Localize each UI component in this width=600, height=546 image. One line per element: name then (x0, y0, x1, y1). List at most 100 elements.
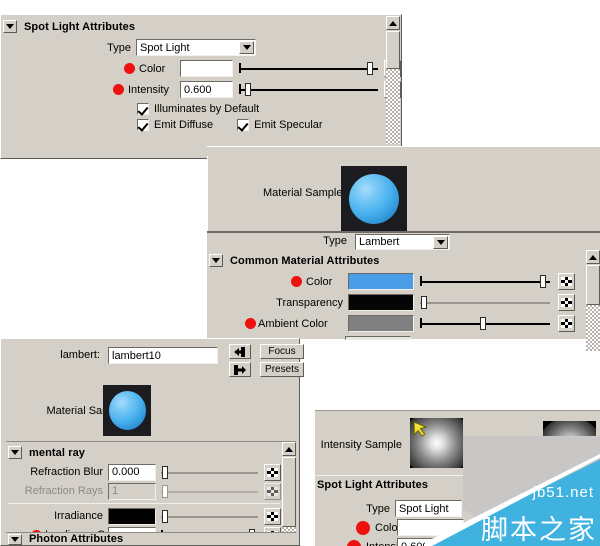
row-type: Type Spot Light (1, 38, 401, 57)
color-slider[interactable] (239, 60, 378, 77)
material-panel-top-strip (207, 146, 600, 156)
focus-button[interactable]: Focus (260, 344, 304, 359)
material-type-combo[interactable]: Lambert (355, 234, 450, 250)
lambert-material-sample-swatch[interactable] (103, 385, 151, 436)
irradiance-swatch[interactable] (108, 507, 156, 525)
keyable-dot-icon (245, 318, 256, 329)
irradiance-slider[interactable] (161, 508, 258, 525)
row-illuminates-by-default: Illuminates by Default (1, 101, 401, 116)
refraction-blur-input[interactable]: 0.000 (108, 463, 156, 481)
keyable-dot-icon (113, 84, 124, 95)
refraction-blur-map-button[interactable] (264, 463, 281, 481)
intensity-value-bottom: 0.600 (401, 541, 429, 546)
copy-tab-button[interactable] (229, 362, 251, 377)
material-scrollbar[interactable] (586, 250, 600, 351)
row-intensity-bottom: Intensity 0.600 (315, 537, 485, 546)
color-slider-handle[interactable] (367, 62, 373, 75)
mental-ray-frame: mental ray Refraction Blur 0.000 Refract… (6, 441, 296, 544)
frame-header-common-material[interactable]: Common Material Attributes (207, 252, 600, 269)
refraction-blur-slider[interactable] (161, 464, 258, 481)
intensity-input-bottom[interactable]: 0.600 (397, 538, 464, 546)
light-type-value: Spot Light (140, 41, 190, 54)
frame-header-spot-light-top[interactable]: Spot Light Attributes (1, 18, 401, 35)
collapse-toggle-icon[interactable] (8, 446, 22, 459)
transparency-swatch[interactable] (348, 294, 414, 311)
lambert-name-label: lambert: (60, 349, 100, 361)
refraction-rays-value: 1 (112, 485, 119, 497)
refraction-rays-map-button (264, 482, 281, 500)
keyable-dot-icon (124, 63, 135, 74)
intensity-input[interactable]: 0.600 (180, 81, 233, 98)
row-type-bottom: Type Spot Light (315, 499, 485, 518)
refraction-blur-slider-handle[interactable] (162, 465, 168, 479)
material-color-swatch[interactable] (348, 273, 414, 290)
irradiance-label: Irradiance (54, 510, 103, 522)
ambient-color-map-button[interactable] (558, 315, 575, 332)
spot-light-attributes-panel-bottom: Intensity Sample Spot Light Attributes T… (315, 410, 600, 546)
light-type-value-bottom: Spot Light (399, 502, 449, 515)
material-type-value: Lambert (359, 236, 400, 248)
scroll-up-button[interactable] (282, 442, 296, 456)
light-color-swatch-bottom[interactable] (397, 519, 464, 536)
chevron-down-icon[interactable] (433, 236, 448, 249)
frame-header-mental-ray[interactable]: mental ray (6, 444, 296, 461)
transparency-slider-handle[interactable] (421, 296, 427, 309)
frame-header-spot-light-bottom[interactable]: Spot Light Attributes (317, 479, 477, 494)
presets-button[interactable]: Presets (260, 362, 304, 377)
lambert-name-value: lambert10 (112, 349, 161, 362)
transparency-map-button[interactable] (558, 294, 575, 311)
irradiance-slider-handle[interactable] (162, 509, 168, 523)
scroll-thumb[interactable] (282, 457, 296, 527)
panel-scrollbar-top[interactable] (386, 16, 400, 157)
intensity-slider[interactable] (239, 81, 378, 98)
frame-header-photon-attributes[interactable]: Photon Attributes (6, 532, 296, 545)
scroll-up-button[interactable] (586, 250, 600, 264)
frame-title: Spot Light Attributes (317, 479, 429, 491)
next-row-swatch-clipped[interactable] (345, 336, 411, 340)
collapse-toggle-icon[interactable] (8, 533, 22, 545)
common-material-attributes-panel: Common Material Attributes Color Transpa… (207, 250, 600, 351)
emit-diffuse-checkbox[interactable] (137, 118, 149, 131)
row-material-color: Color (207, 272, 600, 291)
ambient-color-swatch[interactable] (348, 315, 414, 332)
emit-specular-checkbox[interactable] (237, 118, 250, 131)
row-color: Color (1, 59, 401, 78)
material-color-slider[interactable] (420, 273, 550, 290)
load-attributes-button[interactable] (229, 344, 251, 359)
arrow-out-of-box-icon (234, 364, 246, 375)
chevron-down-icon[interactable] (239, 41, 254, 54)
intensity-sample-label: Intensity Sample (320, 439, 402, 451)
scroll-trough[interactable] (386, 69, 400, 144)
collapse-toggle-icon[interactable] (209, 254, 223, 267)
focus-button-label: Focus (268, 346, 296, 357)
light-color-swatch[interactable] (180, 60, 233, 77)
scroll-trough[interactable] (586, 305, 600, 351)
scroll-thumb[interactable] (386, 31, 400, 69)
scroll-thumb[interactable] (586, 265, 600, 305)
keyable-dot-icon (356, 520, 370, 535)
material-type-band: Type Lambert (207, 231, 600, 250)
material-sample-swatch[interactable] (341, 166, 407, 232)
light-type-combo-bottom[interactable]: Spot Light (395, 500, 462, 517)
light-type-combo[interactable]: Spot Light (136, 39, 256, 56)
lambert-name-input[interactable]: lambert10 (108, 347, 218, 364)
spot-light-divider (315, 475, 463, 476)
row-intensity: Intensity 0.600 (1, 80, 401, 99)
material-color-map-button[interactable] (558, 273, 575, 290)
collapse-toggle-icon[interactable] (3, 20, 17, 33)
mental-ray-scrollbar[interactable] (282, 442, 296, 543)
screenshot-root: Spot Light Attributes Type Spot Light Co… (0, 0, 600, 546)
keyable-dot-icon (291, 276, 302, 287)
irradiance-map-button[interactable] (264, 507, 281, 525)
illuminates-by-default-checkbox[interactable] (137, 102, 149, 115)
emit-diffuse-label: Emit Diffuse (154, 118, 214, 131)
transparency-slider[interactable] (420, 294, 550, 311)
scroll-up-button[interactable] (386, 16, 400, 30)
transparency-label: Transparency (276, 296, 343, 309)
frame-title: Photon Attributes (29, 533, 124, 545)
material-color-slider-handle[interactable] (540, 275, 546, 288)
ambient-color-slider[interactable] (420, 315, 550, 332)
intensity-slider-handle[interactable] (245, 83, 251, 96)
arrow-into-box-icon (234, 346, 245, 357)
ambient-color-slider-handle[interactable] (480, 317, 486, 330)
